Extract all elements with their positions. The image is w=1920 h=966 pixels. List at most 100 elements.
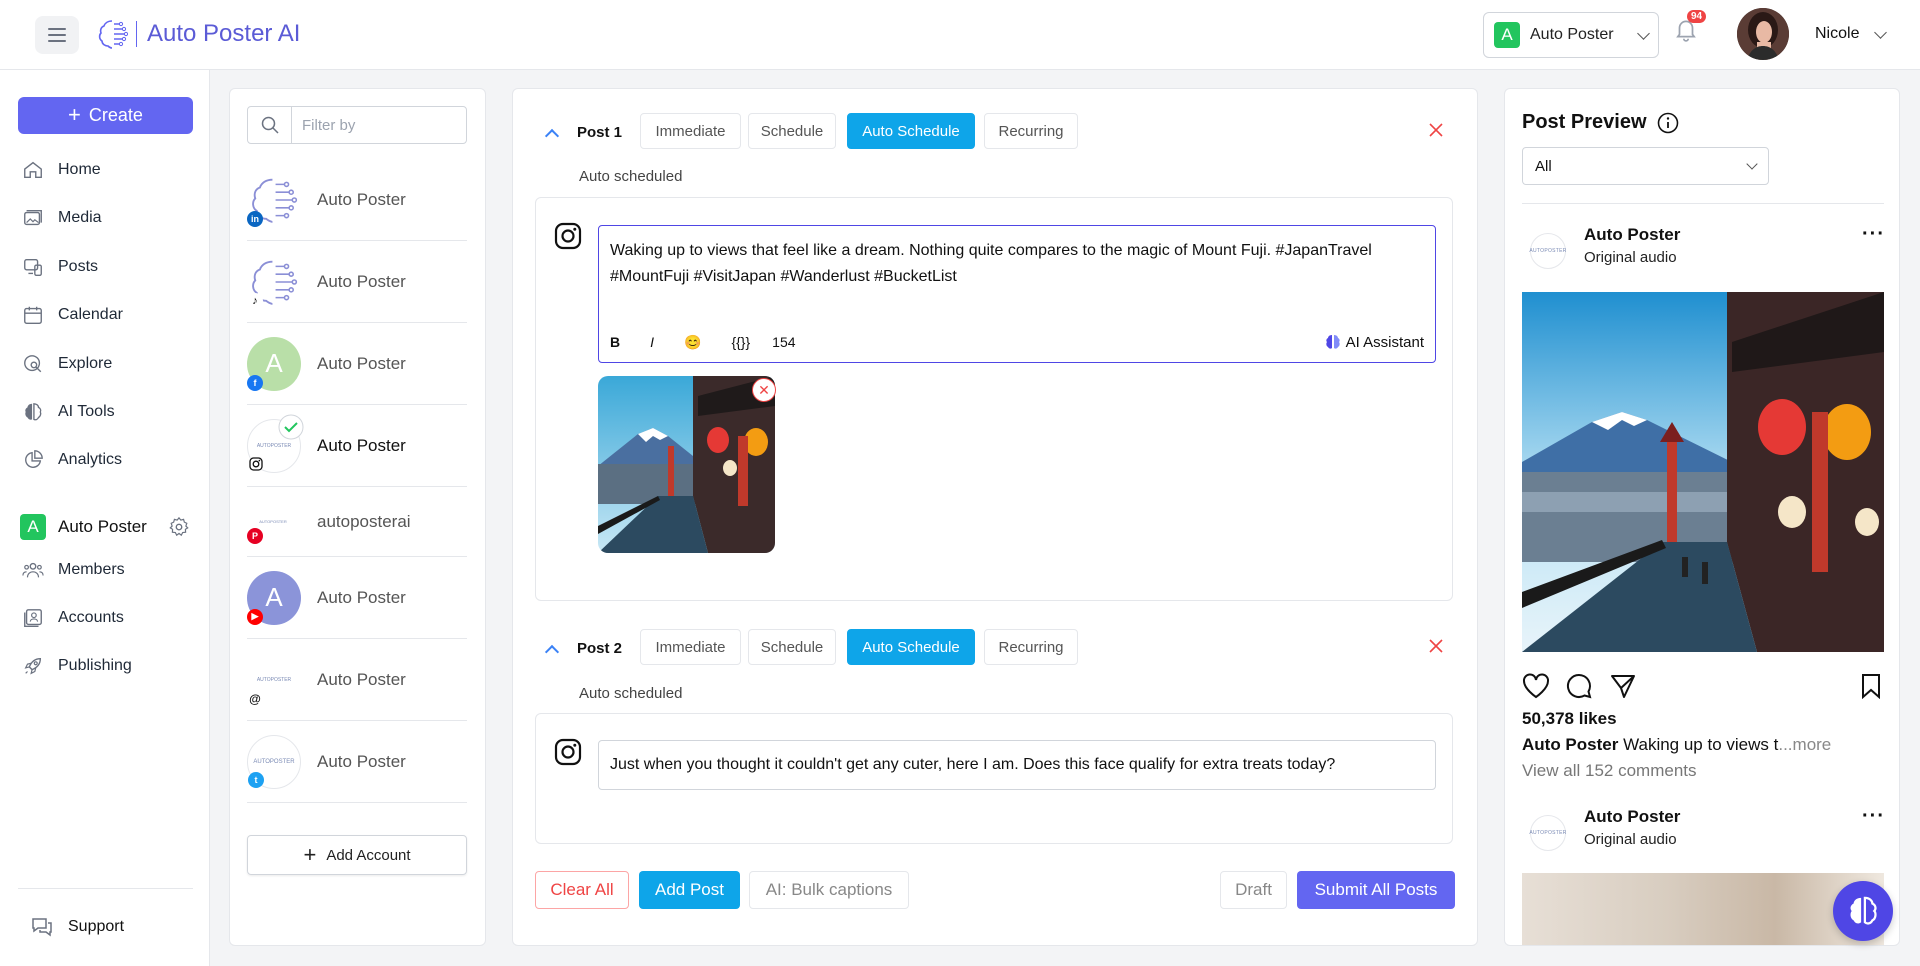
filter-input[interactable]: Filter by [247,106,467,144]
account-item-selected[interactable]: AUTOPOSTER Auto Poster [247,405,467,487]
workspace-select[interactable]: A Auto Poster [1483,12,1659,58]
media-icon [24,209,42,226]
draft-button[interactable]: Draft [1220,871,1287,909]
comment-icon[interactable] [1566,673,1592,699]
rocket-icon [24,657,42,675]
more-options-icon[interactable]: ··· [1862,224,1885,244]
account-item[interactable]: ♪ Auto Poster [247,241,467,323]
sidebar-item-media[interactable]: Media [22,207,102,229]
menu-toggle-button[interactable] [35,16,79,54]
tab-immediate[interactable]: Immediate [640,629,741,665]
sidebar-item-posts[interactable]: Posts [22,256,98,278]
preview-account-name: Auto Poster [1584,225,1681,244]
emoji-button[interactable]: 😊 [684,334,701,351]
more-options-icon[interactable]: ··· [1862,806,1885,826]
preview-caption-user: Auto Poster [1522,735,1619,754]
support-link[interactable]: Support [30,916,124,938]
sidebar-item-ai-tools[interactable]: AI Tools [22,401,115,423]
account-name: Auto Poster [317,669,406,689]
account-item[interactable]: AUTOPOSTER @ Auto Poster [247,639,467,721]
account-name: autoposterai [317,511,411,531]
sidebar-workspace[interactable]: A Auto Poster [20,514,147,540]
post-2-status: Auto scheduled [579,685,683,702]
app-logo[interactable]: Auto Poster AI [98,18,300,50]
tab-auto-schedule[interactable]: Auto Schedule [847,113,975,149]
caption-editor[interactable]: Just when you thought it couldn't get an… [598,740,1436,790]
sidebar-item-members[interactable]: Members [22,559,125,581]
account-item[interactable]: A f Auto Poster [247,323,467,405]
tab-recurring[interactable]: Recurring [984,629,1078,665]
create-button[interactable]: + Create [18,97,193,134]
sidebar-item-accounts[interactable]: Accounts [22,607,124,629]
sidebar-item-label: Accounts [58,609,124,626]
sidebar-item-publishing[interactable]: Publishing [22,655,132,677]
remove-post-icon[interactable] [1427,637,1445,655]
sidebar-item-label: Home [58,161,101,178]
preview-divider [1522,203,1884,204]
chat-support-icon [32,918,52,937]
account-avatar: in [247,173,301,227]
tab-schedule[interactable]: Schedule [748,629,836,665]
tab-schedule[interactable]: Schedule [748,113,836,149]
preview-title-text: Post Preview [1522,111,1647,133]
account-item[interactable]: AUTOPOSTER t Auto Poster [247,721,467,803]
add-account-button[interactable]: + Add Account [247,835,467,875]
share-icon[interactable] [1610,673,1636,699]
italic-button[interactable]: I [650,334,654,350]
preview-more-link[interactable]: ...more [1778,735,1831,754]
account-item[interactable]: AUTOPOSTER P autoposterai [247,487,467,557]
gear-icon[interactable] [168,516,190,538]
add-account-label: Add Account [326,846,411,864]
bookmark-icon[interactable] [1860,673,1882,699]
preview-filter-select[interactable]: All [1522,147,1769,185]
tab-immediate[interactable]: Immediate [640,113,741,149]
caption-text[interactable]: Just when you thought it couldn't get an… [610,756,1335,774]
account-logo-text: AUTOPOSTER [256,676,292,683]
character-count: 154 [772,334,796,350]
remove-image-icon[interactable]: ✕ [752,378,776,402]
tab-auto-schedule[interactable]: Auto Schedule [847,629,975,665]
account-item[interactable]: A ▶ Auto Poster [247,557,467,639]
preview-comments-link[interactable]: View all 152 comments [1522,761,1697,781]
collapse-icon[interactable] [544,644,560,660]
caption-editor[interactable]: Waking up to views that feel like a drea… [598,225,1436,363]
caption-text[interactable]: Waking up to views that feel like a drea… [599,226,1435,302]
variables-button[interactable]: {{}} [731,334,750,350]
sidebar-item-explore[interactable]: Explore [22,353,112,375]
ai-assistant-button[interactable]: AI Assistant [1325,334,1424,351]
account-avatar: AUTOPOSTER t [247,734,301,789]
preview-title: Post Preview [1522,111,1679,134]
sidebar-item-analytics[interactable]: Analytics [22,449,122,471]
account-avatar-letter: A [265,582,283,612]
bold-button[interactable]: B [610,334,620,350]
tab-recurring[interactable]: Recurring [984,113,1078,149]
account-item[interactable]: in Auto Poster [247,159,467,241]
facebook-icon: f [247,374,263,391]
ai-bulk-captions-button[interactable]: AI: Bulk captions [749,871,909,909]
preview-audio-label: Original audio [1584,249,1677,266]
user-avatar[interactable] [1737,8,1789,60]
sidebar-item-label: Posts [58,258,99,275]
info-icon[interactable] [1657,112,1679,134]
clear-all-button[interactable]: Clear All [535,871,629,909]
user-name[interactable]: Nicole [1815,25,1859,43]
chevron-down-icon [1637,26,1650,40]
heart-icon[interactable] [1522,673,1550,699]
account-avatar: A f [247,336,301,391]
add-post-button[interactable]: Add Post [639,871,740,909]
brain-icon [25,403,42,421]
sidebar-item-calendar[interactable]: Calendar [22,304,123,326]
notification-badge: 94 [1687,10,1707,23]
preview-audio-label: Original audio [1584,831,1677,848]
sidebar-item-home[interactable]: Home [22,159,101,181]
post-1-label: Post 1 [577,124,623,141]
chevron-down-icon[interactable] [1874,26,1887,39]
home-icon [24,161,42,179]
twitter-icon: t [248,771,264,788]
remove-post-icon[interactable] [1427,121,1445,139]
collapse-icon[interactable] [544,128,560,144]
attached-image[interactable] [598,376,775,553]
submit-all-posts-button[interactable]: Submit All Posts [1297,871,1455,909]
sidebar-item-label: Media [58,209,102,226]
ai-assistant-fab[interactable] [1833,881,1893,941]
